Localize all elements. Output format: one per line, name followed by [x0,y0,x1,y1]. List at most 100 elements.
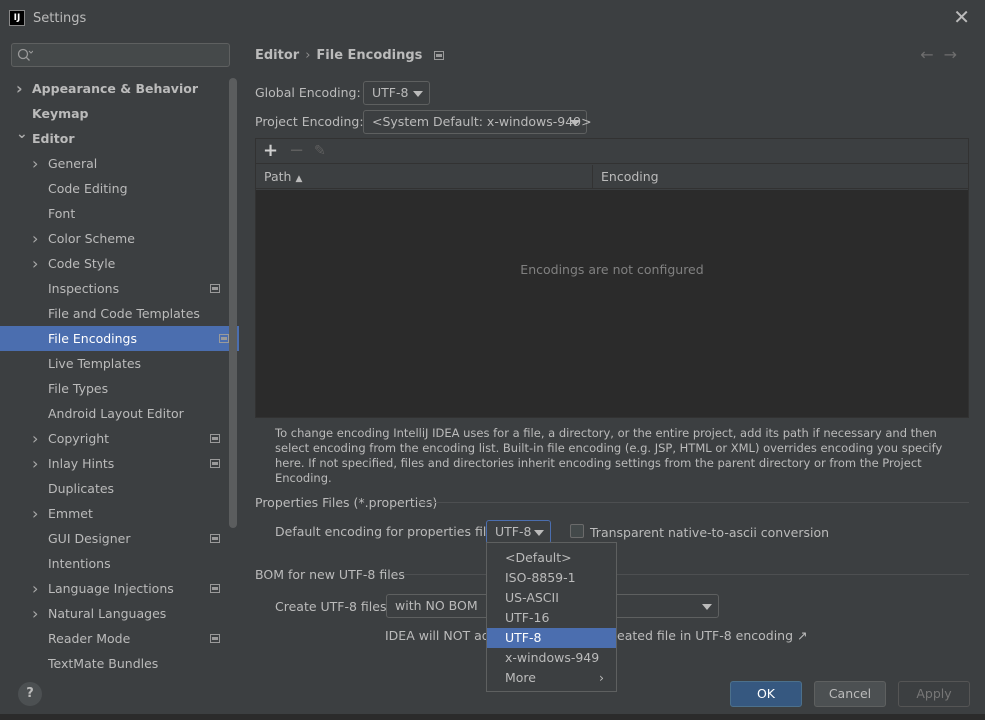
transparent-conversion-label[interactable]: Transparent native-to-ascii conversion [590,525,829,540]
sidebar-item-inspections[interactable]: Inspections [0,276,230,301]
sidebar-item-emmet[interactable]: › Emmet [0,501,230,526]
sidebar-item-label: Editor [32,131,75,146]
sidebar-item-label: Emmet [48,506,93,521]
sidebar-item-label: General [48,156,98,171]
sidebar-item-label: Reader Mode [48,631,131,646]
dropdown-option[interactable]: US-ASCII [487,588,616,608]
search-input[interactable] [11,43,230,67]
sidebar-item-textmate-bundles[interactable]: TextMate Bundles [0,651,230,669]
chevron-right-icon[interactable]: › [32,576,38,601]
sidebar-item-intentions[interactable]: Intentions [0,551,230,576]
sidebar-item-label: Duplicates [48,481,115,496]
sidebar-item-android-layout-editor[interactable]: Android Layout Editor [0,401,230,426]
properties-section-title: Properties Files (*.properties) [255,495,438,510]
dropdown-option-label: UTF-16 [505,610,550,625]
project-icon [434,51,445,60]
chevron-down-icon [413,91,423,97]
project-icon [210,459,220,468]
sidebar-item-code-style[interactable]: › Code Style [0,251,230,276]
dropdown-option[interactable]: More › [487,668,616,688]
dropdown-option-label: More [505,670,536,685]
properties-encoding-select[interactable]: UTF-8 [486,520,551,544]
sidebar-item-reader-mode[interactable]: Reader Mode [0,626,230,651]
chevron-right-icon[interactable]: › [32,151,38,176]
sidebar-item-file-encodings[interactable]: File Encodings [0,326,239,351]
chevron-right-icon[interactable]: › [32,426,38,451]
background-strip [0,714,985,720]
nav-arrows: ←→ [920,45,967,64]
sidebar-item-label: GUI Designer [48,531,131,546]
settings-tree: › Appearance & Behavior Keymap ⌄ Editor › Gene… [0,76,239,669]
encoding-help-text: To change encoding IntelliJ IDEA uses fo… [275,426,943,485]
sidebar-item-language-injections[interactable]: › Language Injections [0,576,230,601]
global-encoding-label: Global Encoding: [255,85,361,100]
chevron-right-icon[interactable]: › [32,451,38,476]
sidebar-item-editor[interactable]: ⌄ Editor [0,126,230,151]
back-arrow-icon[interactable]: ← [920,45,943,64]
close-icon[interactable]: ✕ [953,7,970,27]
transparent-conversion-checkbox[interactable] [570,524,584,538]
chevron-right-icon: › [599,670,604,685]
sidebar-item-file-and-code-templates[interactable]: File and Code Templates [0,301,230,326]
breadcrumb-parent[interactable]: Editor [255,48,299,63]
chevron-right-icon[interactable]: › [32,501,38,526]
dropdown-option[interactable]: UTF-8 [487,628,616,648]
sidebar-item-label: Language Injections [48,581,174,596]
cancel-button[interactable]: Cancel [814,681,886,707]
sidebar-item-color-scheme[interactable]: › Color Scheme [0,226,230,251]
chevron-down-icon[interactable]: ⌄ [16,122,28,147]
chevron-right-icon[interactable]: › [32,251,38,276]
remove-icon[interactable]: − [289,141,304,161]
chevron-right-icon[interactable]: › [16,76,23,101]
global-encoding-select[interactable]: UTF-8 [363,81,430,105]
sidebar-item-live-templates[interactable]: Live Templates [0,351,230,376]
column-header-path[interactable]: Path ▲ [256,165,593,189]
dropdown-option-label: ISO-8859-1 [505,570,576,585]
chevron-right-icon[interactable]: › [32,601,38,626]
sidebar-item-label: Android Layout Editor [48,406,184,421]
sidebar-item-font[interactable]: Font [0,201,230,226]
sidebar-item-general[interactable]: › General [0,151,230,176]
sidebar-item-duplicates[interactable]: Duplicates [0,476,230,501]
dropdown-option-label: UTF-8 [505,630,542,645]
sidebar-item-appearance-behavior[interactable]: › Appearance & Behavior [0,76,230,101]
sidebar-item-label: Color Scheme [48,231,135,246]
create-utf8-label: Create UTF-8 files: [275,599,391,614]
sidebar-item-inlay-hints[interactable]: › Inlay Hints [0,451,230,476]
sidebar-item-code-editing[interactable]: Code Editing [0,176,230,201]
window-title: Settings [33,11,87,26]
add-icon[interactable]: + [263,141,278,161]
chevron-down-icon [534,530,544,536]
external-link-icon[interactable]: ↗ [797,628,807,643]
search-icon [17,48,33,61]
sidebar-item-label: TextMate Bundles [48,656,159,669]
sidebar-item-file-types[interactable]: File Types [0,376,230,401]
encoding-dropdown-popup: <Default> ISO-8859-1 US-ASCII UTF-16 UTF-8 x-… [486,542,617,692]
sidebar-item-natural-languages[interactable]: › Natural Languages [0,601,230,626]
project-encoding-select[interactable]: <System Default: x-windows-949> [363,110,592,134]
sidebar-scrollbar[interactable] [229,78,237,528]
dropdown-option[interactable]: <Default> [487,548,616,568]
empty-table-message: Encodings are not configured [520,262,704,277]
forward-arrow-icon[interactable]: → [944,45,967,64]
apply-button[interactable]: Apply [898,681,970,707]
bom-note-text: eated file in UTF-8 encoding [617,628,794,643]
table-body[interactable]: Encodings are not configured [256,190,968,417]
project-encoding-value: <System Default: x-windows-949> [372,114,592,129]
sidebar-item-label: Live Templates [48,356,142,371]
chevron-right-icon[interactable]: › [32,226,38,251]
table-header: Path ▲ Encoding [256,165,968,189]
sidebar-item-gui-designer[interactable]: GUI Designer [0,526,230,551]
help-button[interactable]: ? [18,682,42,706]
ok-button[interactable]: OK [730,681,802,707]
edit-icon[interactable]: ✎ [314,141,326,161]
dropdown-option[interactable]: ISO-8859-1 [487,568,616,588]
global-encoding-value: UTF-8 [372,85,409,100]
column-header-encoding[interactable]: Encoding [593,165,968,189]
sidebar-item-keymap[interactable]: Keymap [0,101,230,126]
dropdown-option[interactable]: UTF-16 [487,608,616,628]
dropdown-option[interactable]: x-windows-949 [487,648,616,668]
bom-note-end: eated file in UTF-8 encoding ↗ [617,628,808,643]
sidebar-item-copyright[interactable]: › Copyright [0,426,230,451]
sidebar-item-label: Code Editing [48,181,128,196]
